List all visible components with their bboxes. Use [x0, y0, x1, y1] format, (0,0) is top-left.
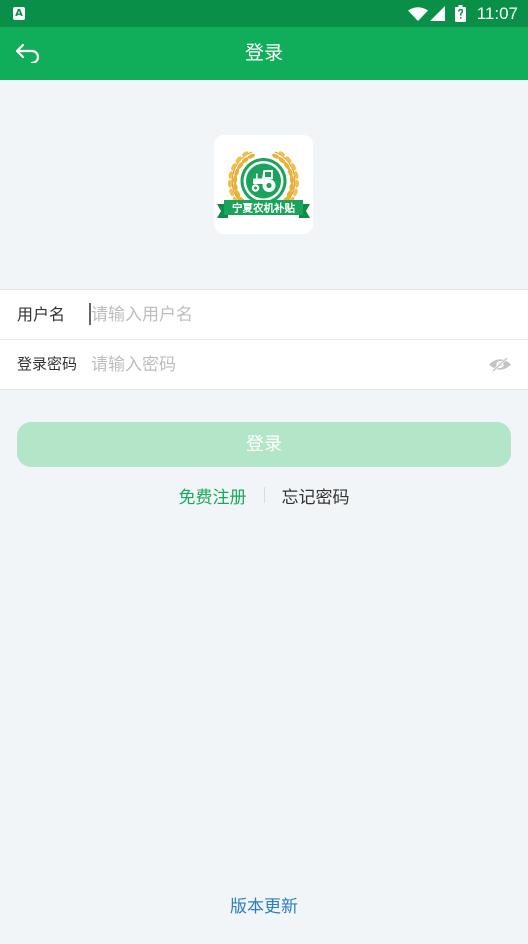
wifi-icon	[408, 7, 428, 21]
wheat-tractor-badge-icon: 宁夏农机补贴	[217, 149, 310, 218]
page-title: 登录	[244, 42, 283, 64]
cell-signal-icon	[430, 6, 445, 21]
app-toolbar: 登录	[0, 27, 528, 80]
text-cursor	[89, 303, 91, 325]
logo-ribbon-text: 宁夏农机补贴	[232, 202, 295, 215]
a-notification-icon: A	[13, 7, 25, 20]
app-logo: 宁夏农机补贴	[214, 135, 313, 234]
username-input[interactable]	[89, 290, 509, 339]
register-link[interactable]: 免费注册	[179, 483, 247, 508]
eye-slash-icon[interactable]	[488, 357, 512, 372]
version-update-link[interactable]: 版本更新	[0, 895, 528, 919]
status-time: 11:07	[476, 4, 518, 23]
link-separator	[263, 487, 265, 503]
username-row: 用户名	[0, 290, 528, 339]
login-button[interactable]: 登录	[17, 422, 511, 467]
username-label: 用户名	[17, 305, 66, 324]
logo-ribbon: 宁夏农机补贴	[217, 200, 310, 218]
password-input[interactable]	[89, 340, 479, 389]
auth-links: 免费注册 忘记密码	[0, 483, 528, 508]
status-bar: A 11:07	[0, 0, 528, 27]
forgot-password-link[interactable]: 忘记密码	[282, 483, 350, 508]
battery-icon	[455, 5, 466, 22]
password-row: 登录密码	[0, 340, 528, 389]
login-form: 用户名 登录密码	[0, 289, 528, 390]
password-label: 登录密码	[17, 355, 78, 373]
